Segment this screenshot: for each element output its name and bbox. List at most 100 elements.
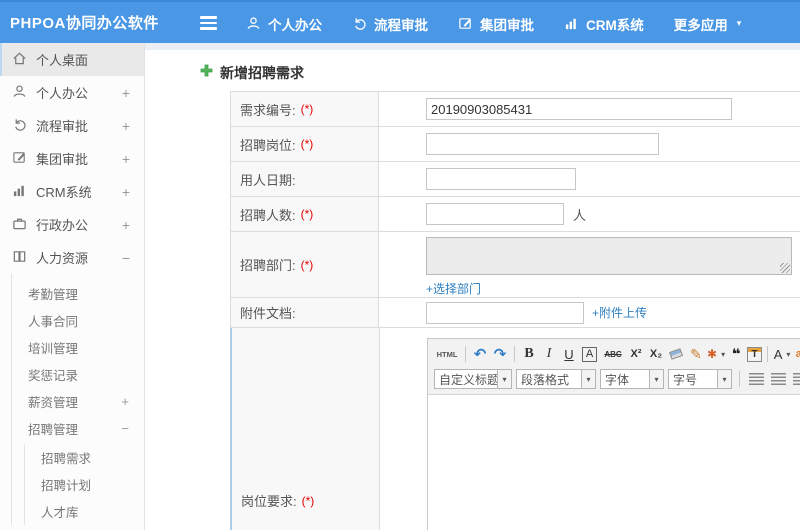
headcount-unit-label: 人 [573, 207, 587, 223]
form-row-requirements: 岗位要求: (*) HTML ↶ ↷ B I U A ABC X² X₂ ✎ ✱… [230, 328, 800, 530]
briefcase-icon [12, 216, 36, 234]
user-icon [246, 16, 261, 31]
sidebar-item-recruit-demand[interactable]: 招聘需求 [25, 444, 144, 471]
nav-label: 集团审批 [480, 17, 534, 33]
sidebar-item-label: 人力资源 [36, 251, 89, 266]
bold-icon[interactable]: B [520, 344, 538, 364]
format-brush-icon[interactable]: ✎ [687, 344, 705, 364]
position-input[interactable] [426, 133, 659, 155]
bar-chart-icon [564, 16, 579, 31]
hire-date-input[interactable] [426, 168, 576, 190]
align-center-icon[interactable] [769, 370, 787, 388]
field-label: 招聘人数: (*) [231, 197, 379, 231]
rich-text-editor: HTML ↶ ↷ B I U A ABC X² X₂ ✎ ✱ ▾ ❝ T A ▾… [427, 338, 800, 530]
sidebar-item-crm-system[interactable]: CRM系统 + [0, 175, 144, 208]
resize-handle[interactable] [780, 263, 790, 273]
paragraph-format-dropdown[interactable]: 段落格式 ▾ [516, 369, 596, 389]
sidebar-item-admin-office[interactable]: 行政办公 + [0, 208, 144, 241]
field-label: 招聘岗位: (*) [231, 127, 379, 161]
nav-workflow-approval[interactable]: 流程审批 [352, 14, 428, 34]
remove-format-eraser-icon[interactable] [667, 344, 685, 364]
sidebar-item-label: 考勤管理 [28, 288, 79, 302]
sidebar-item-workflow-approval[interactable]: 流程审批 + [0, 109, 144, 142]
requirements-editor-content[interactable] [428, 395, 800, 530]
sidebar-item-label: 人事合同 [28, 315, 79, 329]
color-palette-icon[interactable]: ✱ ▾ [707, 344, 725, 364]
sidebar-item-group-approval[interactable]: 集团审批 + [0, 142, 144, 175]
page-title: 新增招聘需求 [220, 65, 304, 81]
sidebar-item-label: 集团审批 [36, 152, 89, 167]
sidebar-item-training-mgmt[interactable]: 培训管理 [12, 334, 144, 361]
nav-label: CRM系统 [586, 17, 644, 33]
sidebar-item-label: 人才库 [41, 506, 79, 520]
sidebar-item-reward-records[interactable]: 奖惩记录 [12, 361, 144, 388]
demand-number-input[interactable] [426, 98, 732, 120]
editor-toolbar-row1: HTML ↶ ↷ B I U A ABC X² X₂ ✎ ✱ ▾ ❝ T A ▾… [434, 342, 800, 366]
form-row-attachment: 附件文档: +附件上传 [230, 298, 800, 328]
chevron-down-icon: ▾ [786, 349, 791, 359]
sidebar-item-hr-contract[interactable]: 人事合同 [12, 307, 144, 334]
headcount-input[interactable] [426, 203, 564, 225]
chevron-down-icon: ▾ [736, 18, 742, 28]
user-icon [12, 84, 36, 102]
custom-heading-dropdown[interactable]: 自定义标题 ▾ [434, 369, 512, 389]
sidebar-item-recruit-plan[interactable]: 招聘计划 [25, 471, 144, 498]
redo-icon[interactable]: ↷ [491, 344, 509, 364]
align-right-icon[interactable] [791, 370, 800, 388]
app-logo: PHPOA协同办公软件 [10, 15, 159, 32]
required-mark: (*) [301, 493, 315, 508]
form-row-headcount: 招聘人数: (*) 人 [230, 197, 800, 232]
page-title-row: 新增招聘需求 [200, 63, 800, 83]
font-family-dropdown[interactable]: 字体 ▾ [600, 369, 664, 389]
underline-icon[interactable]: U [560, 344, 578, 364]
field-label: 招聘部门: (*) [231, 232, 379, 297]
edit-square-icon [12, 150, 36, 168]
attachment-input[interactable] [426, 301, 584, 324]
background-color-icon[interactable]: ab [793, 344, 800, 364]
sidebar-item-human-resources[interactable]: 人力资源 − [0, 241, 144, 274]
italic-icon[interactable]: I [540, 344, 558, 364]
font-color-icon[interactable]: A ▾ [773, 344, 791, 364]
select-department-link[interactable]: +选择部门 [426, 280, 481, 297]
field-label: 需求编号: (*) [231, 92, 379, 126]
field-label: 附件文档: [231, 298, 379, 327]
subscript-icon[interactable]: X₂ [647, 344, 665, 364]
expand-plus-icon: + [121, 183, 130, 200]
strikethrough-icon[interactable]: ABC [601, 344, 625, 364]
sidebar-item-talent-pool[interactable]: 人才库 [25, 498, 144, 525]
required-mark: (*) [300, 137, 314, 151]
workflow-icon [352, 16, 367, 31]
department-textarea[interactable] [426, 237, 792, 275]
superscript-icon[interactable]: X² [627, 344, 645, 364]
required-mark: (*) [300, 102, 314, 116]
expand-plus-icon: + [121, 216, 130, 233]
nav-group-approval[interactable]: 集团审批 [458, 14, 534, 34]
chevron-down-icon: ▾ [717, 370, 731, 388]
blockquote-icon[interactable]: ❝ [727, 344, 745, 364]
attachment-upload-link[interactable]: +附件上传 [592, 304, 647, 321]
nav-personal-office[interactable]: 个人办公 [246, 14, 322, 34]
paste-as-text-icon[interactable]: T [747, 346, 763, 362]
sidebar-item-salary-mgmt[interactable]: 薪资管理 + [12, 388, 144, 415]
required-mark: (*) [300, 207, 314, 221]
nav-more-apps[interactable]: 更多应用 ▾ [674, 14, 742, 34]
sidebar-item-personal-desktop[interactable]: 个人桌面 [0, 43, 144, 76]
html-source-button[interactable]: HTML [434, 344, 460, 364]
collapse-minus-icon: − [121, 249, 130, 266]
field-label: 岗位要求: (*) [232, 328, 380, 530]
sidebar-item-attendance-mgmt[interactable]: 考勤管理 [12, 280, 144, 307]
recruit-submenu: 招聘需求 招聘计划 人才库 [24, 444, 144, 525]
sidebar-item-personal-office[interactable]: 个人办公 + [0, 76, 144, 109]
font-size-dropdown[interactable]: 字号 ▾ [668, 369, 732, 389]
menu-toggle-icon[interactable] [200, 16, 217, 33]
editor-toolbar: HTML ↶ ↷ B I U A ABC X² X₂ ✎ ✱ ▾ ❝ T A ▾… [428, 339, 800, 395]
undo-icon[interactable]: ↶ [471, 344, 489, 364]
chevron-down-icon: ▾ [649, 370, 663, 388]
nav-crm-system[interactable]: CRM系统 [564, 14, 644, 34]
align-left-icon[interactable] [747, 370, 765, 388]
chevron-down-icon: ▾ [581, 370, 595, 388]
sidebar-item-recruit-mgmt[interactable]: 招聘管理 − [12, 415, 144, 442]
sidebar-item-label: 薪资管理 [28, 396, 79, 410]
nav-label: 流程审批 [374, 17, 428, 33]
font-box-icon[interactable]: A [582, 346, 597, 362]
